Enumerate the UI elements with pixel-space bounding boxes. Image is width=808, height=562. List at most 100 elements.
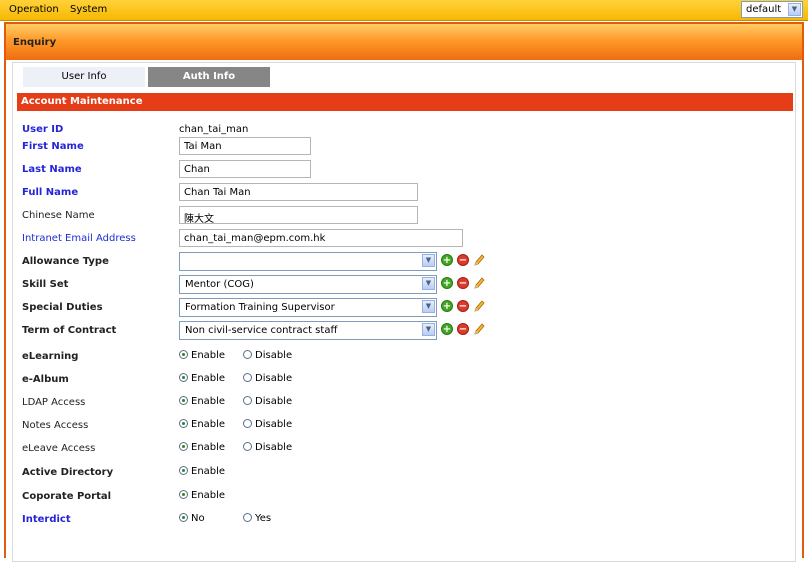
pencil-icon[interactable] [473,322,485,336]
panel-header: Enquiry [6,24,802,60]
row-eleave-access: eLeave Access Enable Disable [13,439,797,461]
menu-operation[interactable]: Operation [9,4,59,15]
pencil-icon[interactable] [473,276,485,290]
radio-checked-icon [179,442,188,451]
special-duties-value: Formation Training Supervisor [185,302,335,313]
add-icon[interactable]: + [441,323,453,335]
radio-label: Disable [255,396,293,407]
row-skill-set: Skill Set Mentor (COG) ▼ + − [13,275,797,297]
term-of-contract-value: Non civil-service contract staff [185,325,338,336]
elearning-disable-radio[interactable]: Disable [243,350,292,361]
eleave-access-label: eLeave Access [22,443,96,454]
row-term-of-contract: Term of Contract Non civil-service contr… [13,321,797,343]
radio-checked-icon [179,350,188,359]
chinese-name-input[interactable]: 陳大文 [179,206,418,224]
row-active-directory: Active Directory Enable [13,463,797,485]
radio-label: Disable [255,350,293,361]
radio-unchecked-icon [243,373,252,382]
section-title: Account Maintenance [17,93,793,111]
remove-icon[interactable]: − [457,300,469,312]
row-elearning: eLearning Enable Disable [13,347,797,369]
ldap-disable-radio[interactable]: Disable [243,396,292,407]
email-input[interactable]: chan_tai_man@epm.com.hk [179,229,463,247]
chevron-down-icon: ▼ [788,3,801,16]
ealbum-enable-radio[interactable]: Enable [179,373,225,384]
enquiry-panel: Enquiry User Info Auth Info Account Main… [4,22,804,562]
remove-icon[interactable]: − [457,254,469,266]
corporate-portal-enable-radio[interactable]: Enable [179,490,225,501]
active-directory-enable-radio[interactable]: Enable [179,466,225,477]
menu-bar: Operation System default ▼ [0,0,808,21]
radio-unchecked-icon [243,442,252,451]
skill-set-label: Skill Set [22,279,69,290]
row-email: Intranet Email Address chan_tai_man@epm.… [13,229,797,251]
eleave-enable-radio[interactable]: Enable [179,442,225,453]
radio-checked-icon [179,373,188,382]
ealbum-disable-radio[interactable]: Disable [243,373,292,384]
user-id-value: chan_tai_man [179,124,249,135]
special-duties-select[interactable]: Formation Training Supervisor ▼ [179,298,437,317]
email-label: Intranet Email Address [22,233,136,244]
eleave-disable-radio[interactable]: Disable [243,442,292,453]
radio-label: No [191,513,205,524]
active-directory-label: Active Directory [22,467,114,478]
add-icon[interactable]: + [441,300,453,312]
radio-label: Enable [191,350,226,361]
menu-system[interactable]: System [70,4,107,15]
full-name-label: Full Name [22,187,79,198]
row-chinese-name: Chinese Name 陳大文 [13,206,797,228]
radio-label: Enable [191,419,226,430]
add-icon[interactable]: + [441,254,453,266]
remove-icon[interactable]: − [457,323,469,335]
radio-label: Disable [255,373,293,384]
skill-set-select[interactable]: Mentor (COG) ▼ [179,275,437,294]
notes-enable-radio[interactable]: Enable [179,419,225,430]
last-name-label: Last Name [22,164,82,175]
row-notes-access: Notes Access Enable Disable [13,416,797,438]
interdict-yes-radio[interactable]: Yes [243,513,271,524]
ldap-access-label: LDAP Access [22,397,86,408]
radio-label: Disable [255,419,293,430]
radio-unchecked-icon [243,396,252,405]
term-of-contract-select[interactable]: Non civil-service contract staff ▼ [179,321,437,340]
pencil-icon[interactable] [473,299,485,313]
radio-label: Enable [191,373,226,384]
last-name-input[interactable]: Chan [179,160,311,178]
row-ldap-access: LDAP Access Enable Disable [13,393,797,415]
row-allowance-type: Allowance Type ▼ + − [13,252,797,274]
radio-checked-icon [179,513,188,522]
first-name-label: First Name [22,141,84,152]
notes-disable-radio[interactable]: Disable [243,419,292,430]
interdict-no-radio[interactable]: No [179,513,205,524]
term-of-contract-label: Term of Contract [22,325,117,336]
pencil-icon[interactable] [473,253,485,267]
radio-checked-icon [179,490,188,499]
tab-auth-info[interactable]: Auth Info [148,67,270,87]
add-icon[interactable]: + [441,277,453,289]
user-id-label: User ID [22,124,64,135]
row-interdict: Interdict No Yes [13,510,797,532]
theme-select-value: default [746,4,782,15]
interdict-label: Interdict [22,514,71,525]
full-name-input[interactable]: Chan Tai Man [179,183,418,201]
tab-user-info[interactable]: User Info [23,67,145,87]
theme-select[interactable]: default ▼ [741,1,803,18]
panel-title: Enquiry [13,37,57,48]
first-name-input[interactable]: Tai Man [179,137,311,155]
radio-checked-icon [179,419,188,428]
skill-set-value: Mentor (COG) [185,279,254,290]
allowance-type-select[interactable]: ▼ [179,252,437,271]
radio-label: Disable [255,442,293,453]
chevron-down-icon: ▼ [422,254,435,267]
ldap-enable-radio[interactable]: Enable [179,396,225,407]
chevron-down-icon: ▼ [422,323,435,336]
special-duties-label: Special Duties [22,302,103,313]
radio-label: Enable [191,466,226,477]
row-corporate-portal: Coporate Portal Enable [13,487,797,509]
elearning-enable-radio[interactable]: Enable [179,350,225,361]
radio-checked-icon [179,466,188,475]
row-last-name: Last Name Chan [13,160,797,182]
remove-icon[interactable]: − [457,277,469,289]
radio-checked-icon [179,396,188,405]
row-full-name: Full Name Chan Tai Man [13,183,797,205]
